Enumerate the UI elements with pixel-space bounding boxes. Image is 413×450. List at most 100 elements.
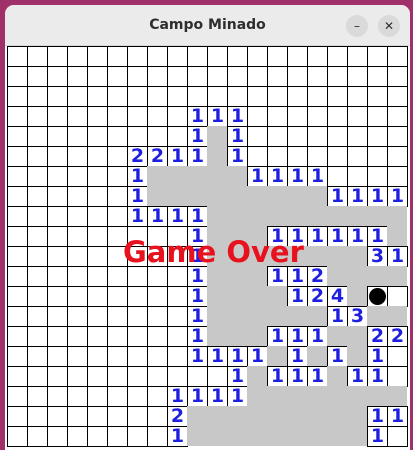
hidden-cell[interactable] [287,106,308,127]
hidden-cell[interactable] [87,406,108,427]
hidden-cell[interactable] [47,86,68,107]
hidden-cell[interactable] [67,426,88,447]
hidden-cell[interactable] [27,286,48,307]
hidden-cell[interactable] [7,186,28,207]
hidden-cell[interactable] [187,86,208,107]
hidden-cell[interactable] [87,186,108,207]
hidden-cell[interactable] [127,46,148,67]
hidden-cell[interactable] [87,126,108,147]
hidden-cell[interactable] [147,86,168,107]
hidden-cell[interactable] [7,206,28,227]
hidden-cell[interactable] [47,226,68,247]
hidden-cell[interactable] [387,346,408,367]
hidden-cell[interactable] [347,106,368,127]
hidden-cell[interactable] [147,346,168,367]
hidden-cell[interactable] [87,346,108,367]
hidden-cell[interactable] [47,286,68,307]
hidden-cell[interactable] [47,246,68,267]
hidden-cell[interactable] [107,66,128,87]
hidden-cell[interactable] [267,126,288,147]
hidden-cell[interactable] [87,426,108,447]
hidden-cell[interactable] [327,166,348,187]
hidden-cell[interactable] [287,86,308,107]
hidden-cell[interactable] [267,86,288,107]
hidden-cell[interactable] [47,266,68,287]
hidden-cell[interactable] [107,326,128,347]
hidden-cell[interactable] [27,426,48,447]
hidden-cell[interactable] [287,126,308,147]
hidden-cell[interactable] [67,86,88,107]
hidden-cell[interactable] [267,46,288,67]
hidden-cell[interactable] [107,106,128,127]
hidden-cell[interactable] [107,46,128,67]
hidden-cell[interactable] [67,326,88,347]
hidden-cell[interactable] [227,46,248,67]
hidden-cell[interactable] [147,246,168,267]
hidden-cell[interactable] [67,246,88,267]
hidden-cell[interactable] [347,166,368,187]
hidden-cell[interactable] [147,406,168,427]
hidden-cell[interactable] [47,326,68,347]
hidden-cell[interactable] [67,186,88,207]
hidden-cell[interactable] [87,166,108,187]
hidden-cell[interactable] [67,266,88,287]
hidden-cell[interactable] [307,126,328,147]
hidden-cell[interactable] [127,386,148,407]
hidden-cell[interactable] [207,366,228,387]
hidden-cell[interactable] [87,86,108,107]
hidden-cell[interactable] [187,46,208,67]
hidden-cell[interactable] [67,206,88,227]
hidden-cell[interactable] [287,46,308,67]
hidden-cell[interactable] [387,106,408,127]
hidden-cell[interactable] [27,206,48,227]
hidden-cell[interactable] [27,166,48,187]
hidden-cell[interactable] [227,86,248,107]
hidden-cell[interactable] [127,86,148,107]
hidden-cell[interactable] [107,406,128,427]
hidden-cell[interactable] [7,326,28,347]
hidden-cell[interactable] [347,66,368,87]
hidden-cell[interactable] [87,246,108,267]
hidden-cell[interactable] [387,286,408,307]
hidden-cell[interactable] [107,346,128,367]
hidden-cell[interactable] [67,226,88,247]
hidden-cell[interactable] [27,146,48,167]
hidden-cell[interactable] [107,306,128,327]
hidden-cell[interactable] [147,426,168,447]
hidden-cell[interactable] [47,206,68,227]
hidden-cell[interactable] [107,266,128,287]
hidden-cell[interactable] [167,226,188,247]
hidden-cell[interactable] [387,146,408,167]
hidden-cell[interactable] [287,66,308,87]
hidden-cell[interactable] [27,386,48,407]
hidden-cell[interactable] [147,266,168,287]
hidden-cell[interactable] [147,66,168,87]
hidden-cell[interactable] [67,46,88,67]
hidden-cell[interactable] [7,246,28,267]
hidden-cell[interactable] [367,126,388,147]
hidden-cell[interactable] [27,126,48,147]
hidden-cell[interactable] [87,266,108,287]
hidden-cell[interactable] [107,126,128,147]
hidden-cell[interactable] [27,306,48,327]
hidden-cell[interactable] [67,166,88,187]
hidden-cell[interactable] [7,146,28,167]
hidden-cell[interactable] [247,46,268,67]
hidden-cell[interactable] [147,226,168,247]
hidden-cell[interactable] [47,126,68,147]
hidden-cell[interactable] [347,126,368,147]
hidden-cell[interactable] [87,386,108,407]
hidden-cell[interactable] [127,306,148,327]
hidden-cell[interactable] [147,46,168,67]
hidden-cell[interactable] [27,326,48,347]
hidden-cell[interactable] [387,366,408,387]
hidden-cell[interactable] [27,226,48,247]
hidden-cell[interactable] [147,386,168,407]
hidden-cell[interactable] [207,86,228,107]
hidden-cell[interactable] [167,86,188,107]
hidden-cell[interactable] [67,386,88,407]
hidden-cell[interactable] [247,66,268,87]
hidden-cell[interactable] [327,86,348,107]
hidden-cell[interactable] [167,266,188,287]
hidden-cell[interactable] [367,146,388,167]
